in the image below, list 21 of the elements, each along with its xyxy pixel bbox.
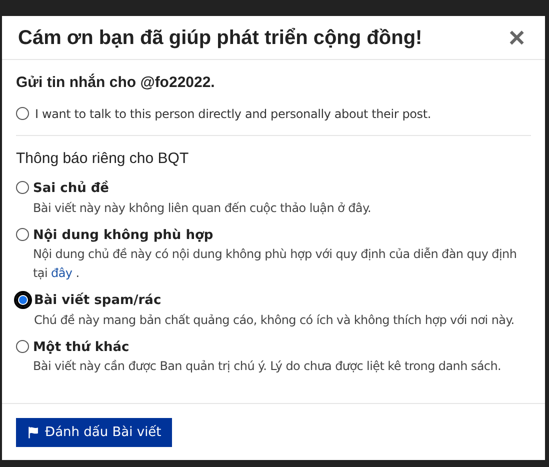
flag-post-button[interactable]: Đánh dấu Bài viết	[16, 418, 172, 447]
radio-button[interactable]	[16, 293, 30, 307]
section-heading: Thông báo riêng cho BQT	[16, 148, 190, 168]
option-label[interactable]: Bài viết spam/rác	[34, 291, 514, 310]
close-button[interactable]: ×	[504, 24, 529, 52]
flag-icon	[27, 426, 40, 439]
rules-link[interactable]: đây	[51, 266, 72, 280]
option-label[interactable]: Sai chủ đề	[33, 179, 372, 198]
option-label[interactable]: Một thứ khác	[33, 338, 502, 357]
radio-button[interactable]	[16, 181, 29, 194]
section-heading: Gửi tin nhắn cho @fo22022.	[16, 72, 216, 93]
option-description: Nội dung chủ đề này có nội dung không phù hợp với quy định của diễn đàn quy định tại đây .	[33, 246, 518, 282]
option-label[interactable]: I want to talk to this person directly and personally about their post.	[35, 104, 431, 122]
option-description: Bài viết này cần được Ban quản trị chú ý. Lý do chưa được liệt kê trong danh sách.	[33, 358, 502, 375]
radio-button[interactable]	[16, 106, 29, 120]
radio-button[interactable]	[16, 340, 29, 352]
option-description: Chú đề này mang bản chất quảng cáo, không có ích và không thích hợp với nơi này.	[34, 312, 514, 328]
dialog-title: Cám ơn bạn đã giúp phát triển cộng đồng!	[18, 26, 422, 50]
option-description: Bài viết này này không liên quan đến cuộc thảo luận ở đây.	[33, 200, 372, 216]
radio-button[interactable]	[16, 228, 29, 240]
option-label[interactable]: Nội dung không phù hợp	[33, 226, 531, 245]
